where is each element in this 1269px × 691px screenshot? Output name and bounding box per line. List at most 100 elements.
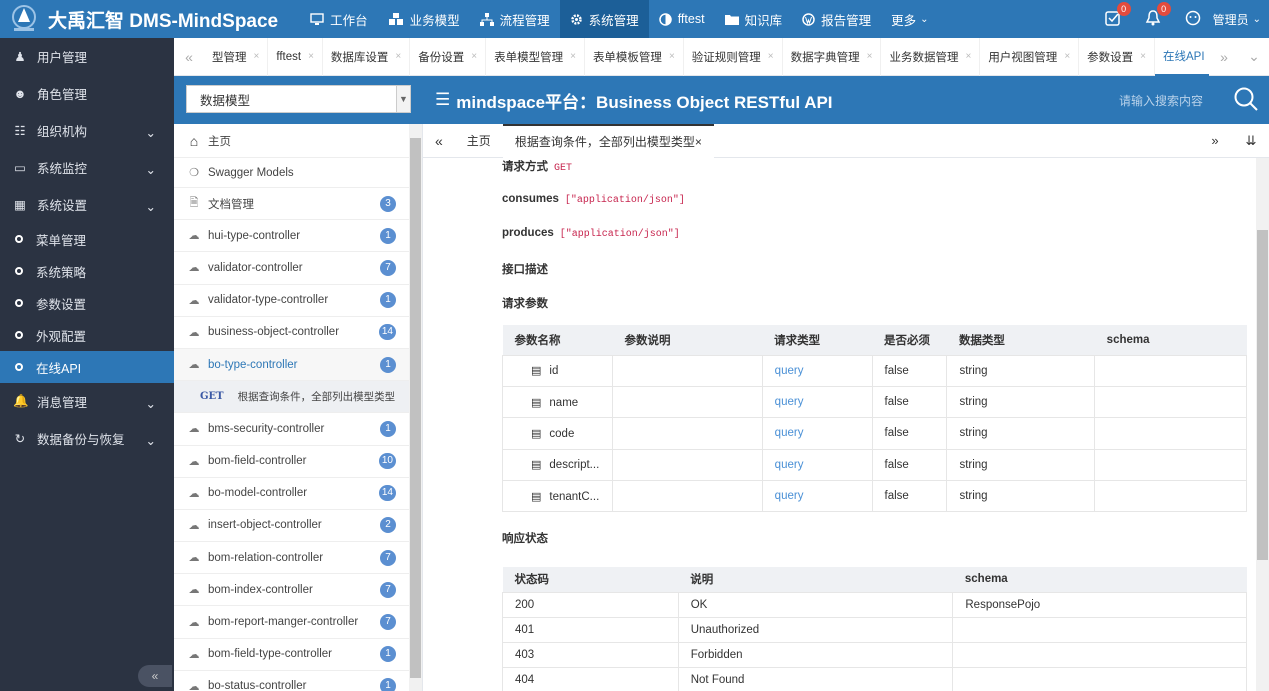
close-icon[interactable]: × [867, 51, 873, 62]
close-icon[interactable]: × [254, 51, 260, 62]
operation-label: 根据查询条件，全部列出模型类型 [237, 391, 396, 404]
top-menu-item[interactable]: 工作台 [300, 0, 378, 38]
doc-tab-active[interactable]: 根据查询条件，全部列出模型类型× [502, 123, 714, 158]
tree-home[interactable]: ⌂ 主页 [174, 124, 410, 158]
sidebar-subitem[interactable]: 菜单管理 [0, 223, 174, 255]
sidebar-subitem[interactable]: 在线API [0, 351, 174, 383]
sidebar-item[interactable]: 🔔 消息管理 ⌄ [0, 383, 174, 420]
response-desc: OK [677, 591, 954, 618]
page-tab[interactable]: 在线API× [1155, 38, 1209, 76]
sidebar-subitem[interactable]: 系统策略 [0, 255, 174, 287]
close-icon[interactable]: × [395, 51, 401, 62]
sidebar-subitem[interactable]: 参数设置 [0, 287, 174, 319]
close-icon[interactable]: × [965, 51, 971, 62]
top-menu-item[interactable]: 流程管理 [470, 0, 560, 38]
sidebar-item[interactable]: ☷ 组织机构 ⌄ [0, 112, 174, 149]
tree-item[interactable]: ☁ validator-controller 7 [174, 252, 410, 285]
tree-swagger-models[interactable]: ❍ Swagger Models [174, 158, 410, 188]
sidebar-item-label: 数据备份与恢复 [37, 433, 125, 447]
tree-item[interactable]: ☁ bo-status-controller 1 [174, 671, 410, 691]
page-tab[interactable]: 参数设置 × [1079, 37, 1155, 76]
top-menu: 工作台 业务模型 流程管理 系统管理 fftest 知识库 报告管理 更多 ⌄ [300, 0, 938, 38]
tree-item[interactable]: ☁ bo-model-controller 14 [174, 478, 410, 510]
close-icon[interactable]: × [669, 51, 675, 62]
page-tab[interactable]: 验证规则管理 × [684, 37, 783, 76]
close-icon[interactable]: × [308, 51, 314, 62]
wordpress-icon [802, 12, 821, 26]
tree-item[interactable]: ☁ bom-relation-controller 7 [174, 542, 410, 575]
close-icon[interactable]: × [471, 51, 477, 62]
api-search-input[interactable]: 请输入搜索内容 [1119, 92, 1203, 109]
param-in: query [761, 448, 873, 482]
top-menu-item[interactable]: 更多 ⌄ [881, 0, 938, 38]
sidebar-item[interactable]: ☻ 角色管理 [0, 75, 174, 112]
tabs-dropdown-icon[interactable]: ⌄ [1239, 48, 1269, 65]
params-header: 是否必须 [872, 325, 947, 355]
param-name: descript... [549, 459, 600, 472]
tree-item[interactable]: ☁ bo-type-controller 1 [174, 348, 410, 382]
top-menu-item[interactable]: 系统管理 [559, 0, 649, 38]
page-tab[interactable]: 表单模型管理 × [486, 37, 585, 76]
sidebar-item[interactable]: ♟ 用户管理 [0, 38, 174, 75]
tree-item[interactable]: ☁ bom-report-manger-controller 7 [174, 606, 410, 639]
sidebar-item[interactable]: ▭ 系统监控 ⌄ [0, 149, 174, 186]
tree-item[interactable]: ☁ bom-field-type-controller 1 [174, 639, 410, 671]
page-tab[interactable]: 业务数据管理 × [881, 37, 981, 76]
doc-tabs-left-icon[interactable]: « [423, 124, 455, 158]
menu-lines-icon[interactable]: ☰ [435, 90, 450, 110]
search-icon[interactable] [1233, 86, 1259, 115]
page-tab[interactable]: 用户视图管理 × [980, 37, 1080, 76]
response-table: 状态码 说明 schema 200 OK ResponsePojo 401 Unauthor… [502, 567, 1247, 691]
page-tab[interactable]: 备份设置 × [410, 37, 487, 76]
top-menu-item[interactable]: 知识库 [715, 0, 793, 38]
tree-item[interactable]: 🗎 文档管理 3 [174, 188, 410, 221]
collapse-sidebar-button[interactable]: « [138, 665, 172, 687]
user-menu[interactable]: 管理员 ⌄ [1213, 11, 1261, 28]
close-icon[interactable]: × [1064, 51, 1070, 62]
close-icon[interactable]: × [1140, 51, 1146, 62]
close-icon[interactable]: × [570, 51, 576, 62]
doc-tabs-menu-icon[interactable]: ⇊ [1233, 133, 1269, 149]
page-tab[interactable]: 数据库设置 × [323, 37, 411, 76]
tree-item-label: bms-security-controller [208, 422, 325, 435]
page-tab[interactable]: 表单模板管理 × [585, 37, 684, 76]
tree-scrollbar[interactable] [409, 124, 422, 691]
tree-item[interactable]: ☁ bom-field-controller 10 [174, 446, 410, 478]
cube-icon: ❍ [189, 167, 199, 179]
param-desc [611, 417, 763, 450]
response-header: schema [952, 567, 1247, 592]
palette-icon[interactable] [1185, 10, 1201, 29]
response-header: 说明 [678, 567, 953, 592]
top-menu-item[interactable]: fftest [649, 0, 715, 38]
tree-operation-get[interactable]: GET 根据查询条件，全部列出模型类型 [174, 381, 410, 414]
tree-item[interactable]: ☁ bom-index-controller 7 [174, 574, 410, 607]
content-scrollbar[interactable] [1256, 158, 1269, 691]
tree-item[interactable]: ☁ business-object-controller 14 [174, 317, 410, 349]
tree-item-label: validator-type-controller [208, 294, 329, 307]
tree-item[interactable]: ☁ bms-security-controller 1 [174, 413, 410, 446]
sidebar-item[interactable]: ▦ 系统设置 ⌄ [0, 186, 174, 223]
tree-item[interactable]: ☁ insert-object-controller 2 [174, 510, 410, 543]
param-required: false [871, 448, 948, 482]
top-menu-item[interactable]: 业务模型 [378, 0, 470, 38]
top-menu-item[interactable]: 报告管理 [792, 0, 881, 38]
sidebar-subitem[interactable]: 外观配置 [0, 319, 174, 351]
page-tab[interactable]: 型管理 × [204, 37, 269, 76]
notify-badge: 0 [1156, 1, 1171, 16]
tabs-scroll-left-icon[interactable]: « [174, 49, 204, 65]
consumes-value: ["application/json"] [564, 195, 685, 206]
close-icon[interactable]: × [768, 51, 774, 62]
page-tab[interactable]: fftest × [268, 37, 323, 76]
tabs-scroll-right-icon[interactable]: » [1209, 49, 1239, 65]
tree-item[interactable]: ☁ hui-type-controller 1 [174, 220, 410, 253]
refresh-icon: ↻ [14, 432, 26, 446]
sidebar-item[interactable]: ↻ 数据备份与恢复 ⌄ [0, 420, 174, 457]
doc-tab-home[interactable]: 主页 [455, 124, 503, 158]
doc-tabs-right-icon[interactable]: » [1197, 133, 1233, 149]
page-tab[interactable]: 数据字典管理 × [783, 37, 882, 76]
response-row: 404 Not Found [502, 666, 1247, 691]
tree-item[interactable]: ☁ validator-type-controller 1 [174, 285, 410, 317]
model-select[interactable]: 数据模型 ▼ [186, 85, 411, 113]
task-check-icon[interactable]: 0 [1104, 1, 1131, 29]
bell-icon[interactable]: 0 [1145, 1, 1171, 29]
